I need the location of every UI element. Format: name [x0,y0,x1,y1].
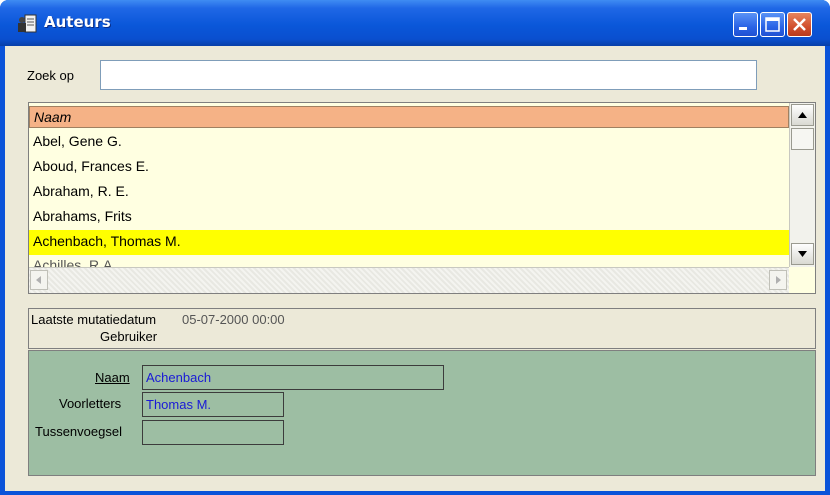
naam-label: Naam [95,370,130,385]
close-button[interactable] [787,12,812,37]
naam-field[interactable]: Achenbach [142,365,444,390]
tussenvoegsel-label: Tussenvoegsel [35,424,122,439]
mutation-info-panel: Laatste mutatiedatum 05-07-2000 00:00 Ge… [28,308,816,349]
list-item[interactable]: Abel, Gene G. [29,130,789,155]
search-input[interactable] [100,60,757,90]
list-rows: Abel, Gene G. Aboud, Frances E. Abraham,… [29,130,789,269]
list-item[interactable]: Abraham, R. E. [29,180,789,205]
title-bar[interactable]: Auteurs [0,0,830,46]
arrow-right-icon [776,276,781,284]
user-label: Gebruiker [100,329,158,344]
column-header-naam[interactable]: Naam [29,106,789,128]
minimize-icon [739,27,747,30]
close-icon [793,18,806,31]
book-user-icon [18,14,37,33]
window-client-area: Zoek op Naam Abel, Gene G. Aboud, France… [5,46,825,491]
minimize-button[interactable] [733,12,758,37]
list-item[interactable]: Aboud, Frances E. [29,155,789,180]
app-window: Auteurs Zoek op Naam Abel, Gene G. Aboud… [0,0,830,495]
window-title: Auteurs [44,13,111,31]
list-item[interactable]: Abrahams, Frits [29,205,789,230]
scroll-left-button[interactable] [30,270,48,290]
horizontal-scrollbar[interactable] [29,267,789,293]
maximize-icon [765,17,780,32]
scroll-thumb[interactable] [791,128,814,150]
mutation-date-label: Laatste mutatiedatum [31,312,157,327]
mutation-date-value: 05-07-2000 00:00 [182,312,285,327]
search-label: Zoek op [27,68,74,83]
scroll-down-button[interactable] [791,243,814,265]
author-detail-panel: Naam Achenbach Voorletters Thomas M. Tus… [28,350,816,476]
arrow-left-icon [36,276,41,284]
author-list[interactable]: Naam Abel, Gene G. Aboud, Frances E. Abr… [28,102,816,294]
arrow-down-icon [798,251,807,257]
voorletters-field[interactable]: Thomas M. [142,392,284,417]
scroll-up-button[interactable] [791,104,814,126]
maximize-button[interactable] [760,12,785,37]
arrow-up-icon [798,112,807,118]
list-item-selected[interactable]: Achenbach, Thomas M. [29,230,789,255]
vertical-scrollbar[interactable] [789,103,815,267]
scrollbar-corner [789,267,815,293]
scroll-right-button[interactable] [769,270,787,290]
tussenvoegsel-field[interactable] [142,420,284,445]
voorletters-label: Voorletters [59,396,122,411]
